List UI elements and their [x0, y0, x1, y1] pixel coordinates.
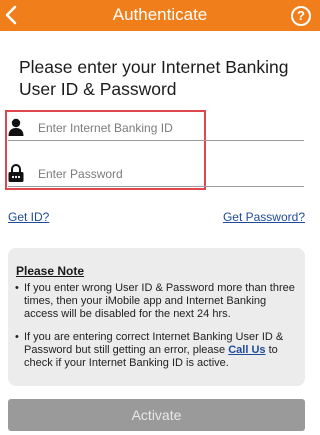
note-item-text: If you enter wrong User ID & Password mo…	[24, 282, 295, 320]
form-heading: Please enter your Internet Banking User …	[19, 57, 289, 99]
activate-button[interactable]: Activate	[8, 399, 305, 431]
note-panel: Please Note If you enter wrong User ID &…	[8, 248, 305, 386]
help-circle-icon[interactable]: ?	[291, 6, 311, 26]
note-item: If you enter wrong User ID & Password mo…	[8, 282, 305, 321]
page-title: Authenticate	[112, 5, 208, 24]
password-input[interactable]	[38, 163, 298, 185]
get-password-link[interactable]: Get Password?	[223, 210, 305, 224]
password-field[interactable]	[8, 163, 304, 187]
note-item: If you are entering correct Internet Ban…	[8, 331, 305, 370]
lock-icon	[8, 163, 24, 183]
note-list: If you enter wrong User ID & Password mo…	[8, 282, 305, 380]
user-icon	[8, 117, 24, 137]
note-title: Please Note	[16, 264, 85, 278]
app-bar: Authenticate ?	[0, 0, 320, 31]
user-id-field[interactable]	[8, 117, 304, 141]
get-id-link[interactable]: Get ID?	[8, 210, 49, 224]
user-id-input[interactable]	[38, 117, 298, 139]
call-us-link[interactable]: Call Us	[228, 344, 265, 356]
